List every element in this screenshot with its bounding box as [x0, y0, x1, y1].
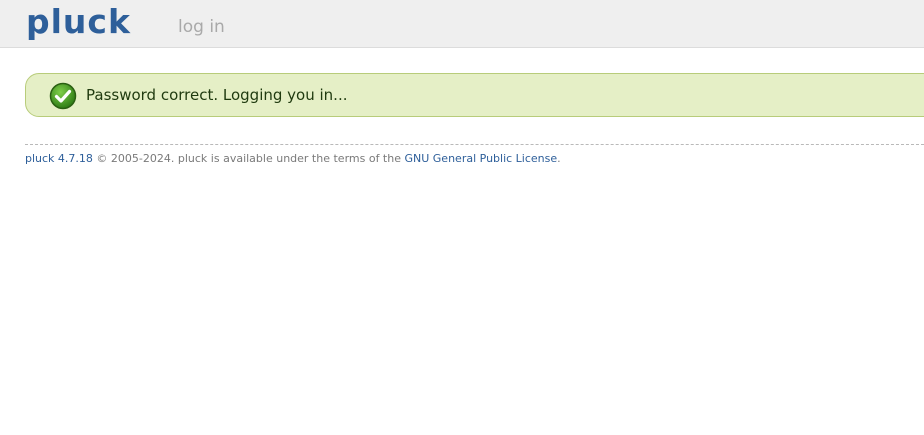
license-link[interactable]: GNU General Public License — [404, 152, 557, 165]
footer-divider — [25, 144, 924, 145]
logo-link[interactable]: pluck — [26, 0, 131, 44]
check-circle-icon — [49, 82, 77, 110]
page-title: log in — [178, 17, 225, 37]
footer-period: . — [557, 152, 561, 165]
footer-copyright-text: © 2005-2024. pluck is available under th… — [92, 152, 405, 165]
success-notice: Password correct. Logging you in... — [25, 73, 924, 117]
pluck-version-link[interactable]: pluck 4.7.18 — [25, 152, 93, 165]
site-header: pluck log in — [0, 0, 924, 48]
footer: pluck 4.7.18 © 2005-2024. pluck is avail… — [25, 151, 561, 167]
notice-message: Password correct. Logging you in... — [86, 86, 348, 104]
